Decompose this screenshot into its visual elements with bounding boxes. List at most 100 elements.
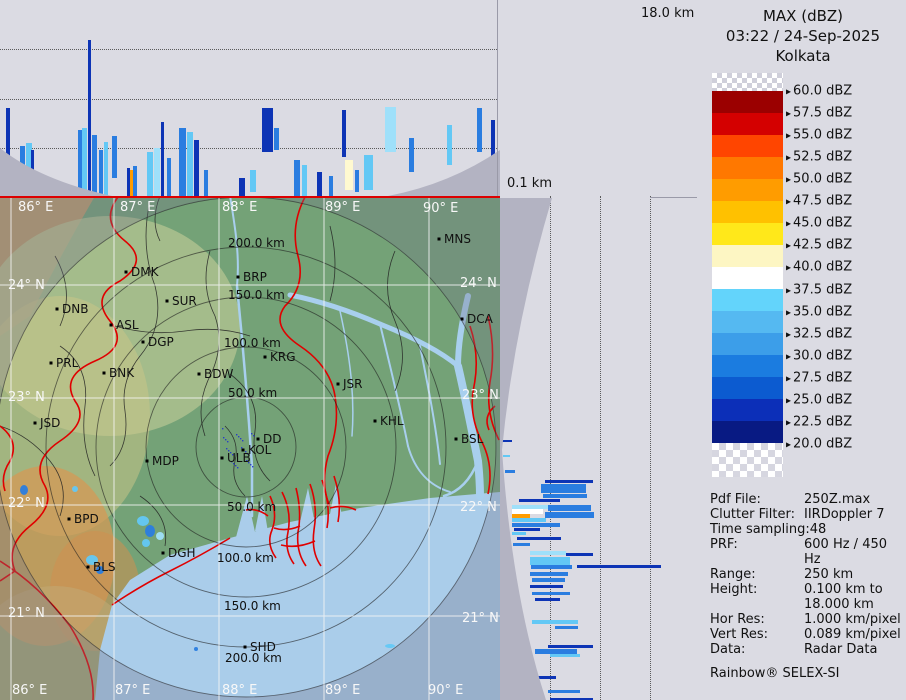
urban-clutter-speckle	[240, 438, 242, 440]
city-label-MNS: MNS	[444, 232, 471, 246]
legend-label: ▸ 60.0 dBZ	[786, 83, 853, 99]
echo-row	[532, 578, 565, 582]
city-marker-BSL	[454, 437, 458, 441]
echo-row	[577, 565, 661, 568]
echo-column	[99, 150, 103, 196]
precipitation-echo	[194, 647, 198, 651]
urban-clutter-speckle	[226, 448, 228, 450]
longitude-label: 90° E	[423, 201, 458, 216]
city-label-BPD: BPD	[74, 512, 99, 526]
longitude-label: 88° E	[222, 200, 257, 215]
echo-column	[92, 135, 97, 196]
city-label-ULB: ULB	[227, 451, 251, 465]
height-gridline	[0, 49, 497, 50]
city-label-DCA: DCA	[467, 312, 494, 326]
metadata-label: Data:	[710, 642, 746, 657]
echo-column	[345, 160, 353, 190]
metadata-value: 250 km	[804, 567, 854, 582]
longitude-label: 87° E	[120, 200, 155, 215]
top-panel-right-border	[497, 0, 498, 196]
urban-clutter-speckle	[227, 441, 229, 443]
range-ring-label: 150.0 km	[228, 288, 285, 302]
city-marker-BNK	[102, 371, 106, 375]
range-ring-label: 50.0 km	[228, 386, 277, 400]
metadata-row: Range: 250 km	[710, 567, 906, 582]
echo-column	[447, 125, 452, 165]
top-panel-height-label: 18.0 km	[641, 6, 695, 21]
legend-tick-arrow-icon: ▸	[786, 439, 792, 451]
urban-clutter-speckle	[236, 434, 238, 436]
echo-column	[161, 122, 164, 196]
legend-label: ▸ 47.5 dBZ	[786, 193, 853, 209]
echo-row	[541, 484, 586, 493]
echo-row	[532, 592, 570, 595]
legend-band-45.0-dBZ	[712, 223, 783, 245]
echo-column	[355, 170, 359, 192]
metadata-label: PRF:	[710, 537, 738, 552]
radar-map: 86° E 87° E 88° E 89° E 90° E 86° E 87° E 88° E…	[0, 196, 500, 700]
echo-column	[385, 107, 396, 152]
echo-column	[194, 140, 199, 196]
city-label-SHD: SHD	[250, 640, 276, 654]
urban-clutter-speckle	[241, 447, 243, 449]
range-ring-label: 150.0 km	[224, 599, 281, 613]
longitude-label: 89° E	[325, 683, 360, 698]
echo-row	[505, 470, 515, 473]
precipitation-echo	[145, 525, 155, 537]
urban-clutter-speckle	[238, 436, 240, 438]
urban-clutter-speckle	[223, 437, 225, 439]
latitude-label: 21° N	[462, 611, 499, 626]
longitude-label: 89° E	[325, 200, 360, 215]
city-label-BNK: BNK	[109, 366, 135, 380]
legend-label: ▸ 20.0 dBZ	[786, 436, 853, 452]
legend-label: ▸ 45.0 dBZ	[786, 215, 853, 231]
echo-column	[82, 128, 87, 196]
metadata-value: 250Z.max	[804, 492, 871, 507]
city-marker-BPD	[67, 517, 71, 521]
legend-band-22.5-dBZ	[712, 421, 783, 443]
echo-row	[555, 626, 578, 629]
echo-column	[364, 155, 373, 190]
urban-clutter-speckle	[253, 435, 255, 437]
precipitation-echo	[385, 644, 395, 648]
metadata-label: Vert Res:	[710, 627, 769, 642]
echo-column	[104, 142, 108, 196]
metadata-value: Radar Data	[804, 642, 878, 657]
echo-row	[533, 676, 556, 679]
echo-row	[531, 565, 572, 569]
precipitation-echo	[142, 539, 150, 547]
metadata-value: 0.100 km to 18.000 km	[804, 582, 883, 612]
echo-row	[530, 585, 563, 588]
right-panel-top-border	[650, 197, 697, 198]
latitude-label: 24° N	[460, 276, 497, 291]
echo-column	[112, 136, 117, 178]
metadata-row: Pdf File: 250Z.max	[710, 492, 906, 507]
urban-clutter-speckle	[222, 428, 224, 430]
city-marker-ULB	[220, 456, 224, 460]
legend-color-scale	[712, 73, 783, 477]
echo-row	[514, 528, 540, 531]
beam-blind-zone-shape	[500, 198, 552, 700]
echo-column	[204, 170, 208, 196]
precipitation-echo	[72, 486, 78, 492]
city-label-KOL: KOL	[248, 443, 272, 457]
echo-column	[491, 120, 495, 160]
urban-clutter-speckle	[235, 465, 237, 467]
echo-column	[88, 40, 91, 196]
city-label-BRP: BRP	[243, 270, 267, 284]
city-marker-KRG	[263, 355, 267, 359]
echo-column	[329, 176, 333, 196]
legend-band-32.5-dBZ	[712, 333, 783, 355]
legend-tick-arrow-icon: ▸	[786, 130, 792, 142]
metadata-row: Vert Res: 0.089 km/pixel	[710, 627, 906, 642]
echo-column	[477, 108, 482, 152]
metadata-value: 0.089 km/pixel	[804, 627, 901, 642]
longitude-label: 86° E	[18, 200, 53, 215]
height-gridline	[600, 196, 601, 700]
city-marker-DNB	[55, 307, 59, 311]
legend-tick-arrow-icon: ▸	[786, 307, 792, 319]
latitude-label: 21° N	[8, 606, 45, 621]
legend-band-37.5-dBZ	[712, 289, 783, 311]
city-marker-SHD	[243, 645, 247, 649]
legend-tick-arrow-icon: ▸	[786, 86, 792, 98]
